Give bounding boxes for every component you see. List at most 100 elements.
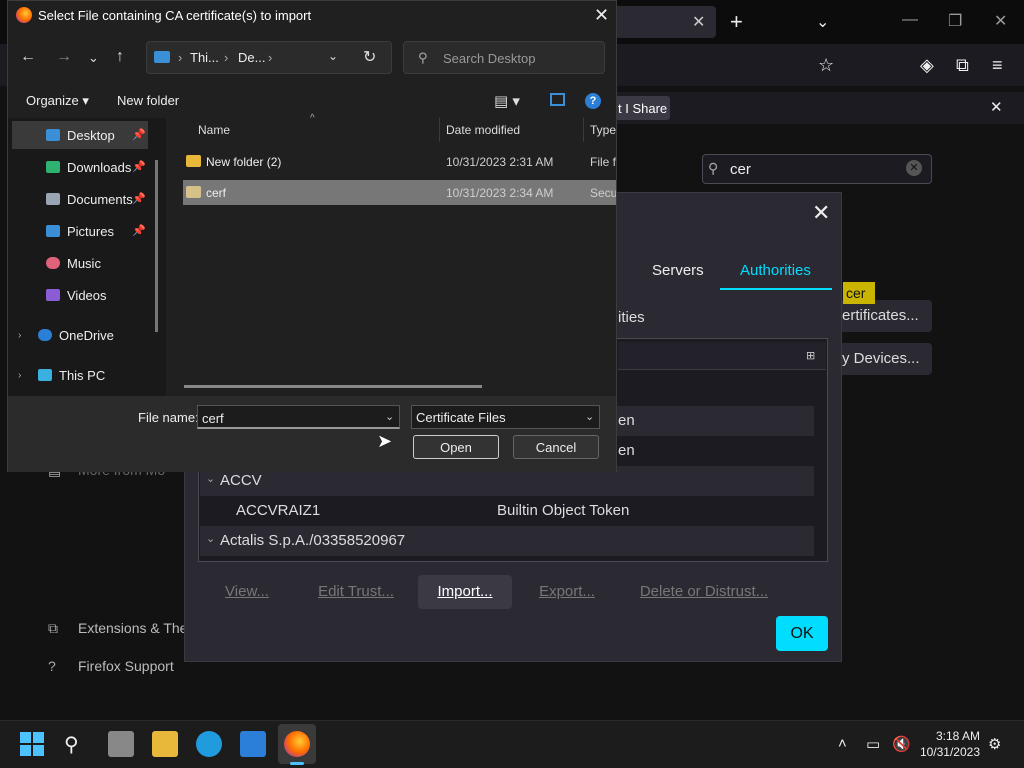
new-folder-button[interactable]: New folder — [117, 93, 179, 108]
preview-pane-icon[interactable] — [550, 93, 565, 106]
file-row[interactable]: New folder (2) 10/31/2023 2:31 AM File f… — [183, 149, 616, 174]
organize-button[interactable]: Organize ▾ — [26, 93, 89, 109]
sidebar-item-label: Music — [67, 256, 101, 271]
sidebar-item-pictures[interactable]: Pictures 📌 — [12, 217, 148, 245]
chevron-down-icon[interactable]: ⌄ — [328, 49, 338, 63]
view-options-icon[interactable]: ▤ ▾ — [494, 92, 520, 110]
back-arrow-icon[interactable]: ← — [20, 48, 36, 66]
sort-ascending-icon: ^ — [310, 113, 315, 124]
volume-muted-icon[interactable]: 🔇 — [892, 735, 911, 753]
pin-icon: 📌 — [132, 225, 146, 237]
column-picker-icon[interactable]: ⊞ — [806, 349, 815, 362]
search-highlight: cer — [843, 282, 875, 304]
pocket-icon[interactable]: ◈ — [920, 55, 934, 76]
delete-or-distrust-button[interactable]: Delete or Distrust... — [628, 575, 780, 609]
view-button[interactable]: View... — [210, 575, 284, 609]
cert-name: ACCVRAIZ1 — [236, 502, 321, 519]
sidebar-item-onedrive[interactable]: OneDrive — [2, 321, 138, 349]
task-view-icon[interactable] — [108, 731, 134, 757]
tab-servers[interactable]: Servers — [652, 262, 704, 279]
open-button[interactable]: Open — [413, 435, 499, 459]
close-tab-icon[interactable]: ✕ — [692, 12, 705, 32]
refresh-icon[interactable]: ↻ — [363, 47, 376, 67]
tree-row[interactable]: ⌄ Actalis S.p.A./03358520967 — [200, 526, 814, 556]
file-name-input[interactable] — [197, 405, 400, 429]
puzzle-icon: ⧉ — [48, 620, 58, 636]
search-placeholder: Search Desktop — [443, 51, 536, 66]
breadcrumb-desktop[interactable]: De... — [238, 50, 265, 65]
restore-icon[interactable]: ❐ — [948, 11, 962, 31]
firefox-taskbar-icon[interactable] — [284, 731, 310, 757]
cancel-button[interactable]: Cancel — [513, 435, 599, 459]
start-windows-icon[interactable] — [20, 732, 44, 756]
help-icon[interactable]: ? — [585, 93, 601, 109]
file-explorer-icon[interactable] — [152, 731, 178, 757]
import-button[interactable]: Import... — [418, 575, 512, 609]
recent-locations-icon[interactable]: ⌄ — [88, 50, 99, 66]
microsoft-store-icon[interactable] — [240, 731, 266, 757]
music-icon — [46, 257, 60, 269]
security-devices-button[interactable]: y Devices... — [828, 343, 932, 375]
search-icon: ⚲ — [708, 160, 719, 176]
edge-browser-icon[interactable] — [196, 731, 222, 757]
up-arrow-icon[interactable]: ↑ — [116, 48, 124, 66]
sidebar-item-music[interactable]: Music — [12, 249, 148, 277]
sidebar-item-this-pc[interactable]: This PC — [2, 361, 138, 389]
minimize-icon[interactable]: — — [902, 11, 918, 29]
clear-search-icon[interactable]: ✕ — [906, 160, 922, 176]
token-fragment: en — [618, 442, 635, 459]
sidebar-item-extensions[interactable]: Extensions & The — [78, 620, 187, 636]
chevron-down-icon[interactable]: ⌄ — [385, 410, 394, 423]
sidebar-item-label: OneDrive — [59, 328, 114, 343]
tab-authorities[interactable]: Authorities — [740, 262, 811, 279]
tree-row[interactable]: ACCVRAIZ1 Builtin Object Token — [200, 496, 814, 526]
export-button[interactable]: Export... — [524, 575, 610, 609]
file-type: File fo — [590, 155, 616, 169]
chevron-down-icon[interactable]: ⌄ — [206, 472, 215, 485]
search-icon[interactable]: ⚲ — [64, 732, 79, 757]
ok-button[interactable]: OK — [776, 616, 828, 651]
file-list-scrollbar[interactable] — [184, 385, 482, 388]
sidebar-item-downloads[interactable]: Downloads 📌 — [12, 153, 148, 181]
nav-scrollbar[interactable] — [155, 160, 158, 332]
view-certificates-button[interactable]: ertificates... — [828, 300, 932, 332]
clock-time[interactable]: 3:18 AM — [922, 729, 980, 743]
clock-date[interactable]: 10/31/2023 — [916, 745, 980, 759]
desktop-icon — [46, 129, 60, 141]
active-indicator — [290, 762, 304, 765]
forward-arrow-icon[interactable]: → — [56, 48, 72, 66]
firefox-logo-icon — [16, 7, 32, 23]
sidebar-item-videos[interactable]: Videos — [12, 281, 148, 309]
sidebar-item-documents[interactable]: Documents 📌 — [12, 185, 148, 213]
column-divider[interactable] — [439, 118, 440, 142]
column-header-type[interactable]: Type — [590, 123, 616, 137]
new-tab-icon[interactable]: + — [730, 9, 743, 35]
edit-trust-button[interactable]: Edit Trust... — [306, 575, 406, 609]
menu-icon[interactable]: ≡ — [992, 55, 1003, 76]
window-close-icon[interactable]: ✕ — [994, 11, 1007, 31]
cert-group-name: Actalis S.p.A./03358520967 — [220, 532, 406, 549]
file-type: Secu — [590, 186, 616, 200]
bookmark-star-icon[interactable]: ☆ — [818, 55, 834, 76]
file-type-select[interactable]: Certificate Files — [411, 405, 600, 429]
file-row[interactable]: cerf 10/31/2023 2:34 AM Secu — [183, 180, 616, 205]
chevron-up-icon[interactable]: ˄ — [838, 735, 847, 752]
extensions-icon[interactable]: ⧉ — [956, 55, 969, 76]
column-divider[interactable] — [583, 118, 584, 142]
close-notification-icon[interactable]: ✕ — [990, 98, 1003, 116]
close-icon[interactable]: ✕ — [812, 200, 830, 226]
breadcrumb-this-pc[interactable]: Thi... — [190, 50, 219, 65]
file-date: 10/31/2023 2:31 AM — [446, 155, 554, 169]
notification-icon[interactable]: ⚙ — [988, 735, 1001, 753]
column-header-date[interactable]: Date modified — [446, 123, 520, 137]
sidebar-item-label: Videos — [67, 288, 107, 303]
pictures-icon — [46, 225, 60, 237]
chevron-down-icon[interactable]: ⌄ — [585, 410, 594, 423]
sidebar-item-desktop[interactable]: Desktop 📌 — [12, 121, 148, 149]
close-icon[interactable]: ✕ — [594, 5, 609, 26]
chevron-down-icon[interactable]: ⌄ — [206, 532, 215, 545]
sidebar-item-support[interactable]: Firefox Support — [78, 658, 174, 674]
column-header-name[interactable]: Name — [198, 123, 230, 137]
chevron-down-icon[interactable]: ⌄ — [816, 12, 829, 32]
network-icon[interactable]: ▭ — [866, 735, 880, 753]
